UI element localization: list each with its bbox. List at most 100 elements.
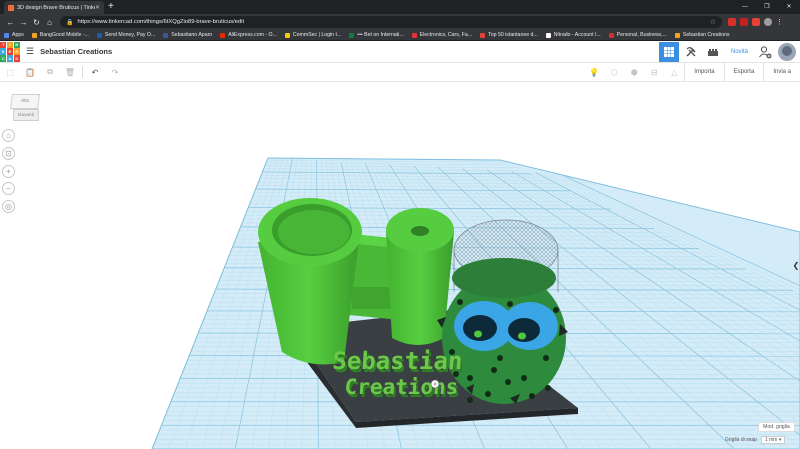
- bookmark-item[interactable]: Nitrado - Account I...: [545, 32, 601, 38]
- bookmark-label: Sebastian Creations: [682, 32, 730, 38]
- forward-button[interactable]: →: [17, 18, 30, 27]
- url-text: https://www.tinkercad.com/things/6tXQgZi…: [77, 19, 245, 25]
- logo-letter: K: [0, 48, 7, 55]
- workplane-area[interactable]: Sebastian Sebastian Creations Creations …: [0, 82, 800, 449]
- add-user-icon[interactable]: [758, 45, 772, 59]
- bookmarks-bar: Apps BangGood Mobile -... Send Money, Pay …: [0, 30, 800, 41]
- fit-view-button[interactable]: ⊡: [2, 147, 15, 160]
- address-bar[interactable]: 🔒 https://www.tinkercad.com/things/6tXQg…: [60, 16, 722, 28]
- paste-icon[interactable]: 📋: [20, 63, 40, 82]
- extensions-area: ⋮: [728, 18, 783, 26]
- view-cube[interactable]: Alto Davanti: [9, 94, 41, 124]
- extension-icon[interactable]: [740, 18, 748, 26]
- bookmark-favicon-icon: [349, 32, 355, 38]
- extension-icon[interactable]: [752, 18, 760, 26]
- codeblocks-button[interactable]: [681, 42, 701, 62]
- browser-menu-icon[interactable]: ⋮: [776, 18, 783, 26]
- bookmark-item[interactable]: Electronics, Cars, Fa...: [411, 32, 472, 38]
- user-avatar[interactable]: [778, 43, 796, 61]
- bookmark-label: AliExpress.com - O...: [228, 32, 277, 38]
- maximize-button[interactable]: ❐: [756, 0, 778, 14]
- importa-button[interactable]: Importa: [684, 63, 723, 82]
- zoom-in-button[interactable]: +: [2, 165, 15, 178]
- snap-grid-control: Griglia di snap 1 mm ▾: [725, 436, 786, 444]
- logo-letter: R: [13, 48, 20, 55]
- bookmark-favicon-icon: [220, 32, 226, 38]
- ungroup-icon[interactable]: ⬢: [624, 63, 644, 82]
- close-window-button[interactable]: ✕: [778, 0, 800, 14]
- 3d-scene[interactable]: Sebastian Sebastian Creations Creations: [0, 82, 800, 449]
- group-icon[interactable]: ⬡: [604, 63, 624, 82]
- home-button[interactable]: ⌂: [43, 18, 56, 27]
- bookmark-item[interactable]: Apps: [4, 32, 24, 38]
- bookmark-item[interactable]: Sebastian Creations: [674, 32, 730, 38]
- ball-spot: [491, 367, 497, 373]
- bookmark-label: CommSec | Login t...: [292, 32, 342, 38]
- bookmark-favicon-icon: [480, 32, 486, 38]
- panel-collapse-icon[interactable]: ❮: [792, 258, 800, 274]
- perspective-button[interactable]: ◎: [2, 200, 15, 213]
- bookmark-item[interactable]: Sebastiano Aparo: [163, 32, 212, 38]
- mirror-icon[interactable]: △: [664, 63, 684, 82]
- view-cube-front[interactable]: Davanti: [13, 109, 39, 121]
- align-icon[interactable]: ⊟: [644, 63, 664, 82]
- invia-a-button[interactable]: Invia a: [763, 63, 800, 82]
- bookmark-item[interactable]: BangGood Mobile -...: [31, 32, 89, 38]
- tab-close-icon[interactable]: ✕: [95, 4, 100, 11]
- ball-spot: [467, 397, 473, 403]
- bookmark-item[interactable]: ••• Bet on Internati...: [349, 32, 404, 38]
- logo-letter: D: [13, 55, 20, 62]
- zoom-out-button[interactable]: −: [2, 182, 15, 195]
- toolbar-right: 💡 ⬡ ⬢ ⊟ △ Importa Esporta Invia a: [584, 63, 800, 82]
- edit-grid-button[interactable]: Mod. griglia: [758, 422, 795, 432]
- bricks-view-button[interactable]: [703, 42, 723, 62]
- minimize-button[interactable]: —: [734, 0, 756, 14]
- 3d-view-button[interactable]: [658, 42, 679, 62]
- esporta-button[interactable]: Esporta: [723, 63, 764, 82]
- bookmark-favicon-icon: [674, 32, 680, 38]
- edit-toolbar: ⬚ 📋 ⧉ 🗑 ↶ ↷ 💡 ⬡ ⬢ ⊟ △ Importa Esporta In…: [0, 63, 800, 82]
- bookmark-label: Top 50 istantanee d...: [488, 32, 538, 38]
- logo-letter: N: [13, 41, 20, 48]
- ball-spot: [543, 355, 549, 361]
- 3d-text-shape[interactable]: Sebastian Sebastian Creations Creations: [332, 347, 466, 402]
- project-title[interactable]: Sebastian Creations: [40, 47, 112, 56]
- bookmark-item[interactable]: Personal, Business,...: [608, 32, 667, 38]
- ball-spot: [507, 301, 513, 307]
- back-button[interactable]: ←: [4, 18, 17, 27]
- reload-button[interactable]: ↻: [30, 18, 43, 27]
- duplicate-icon[interactable]: ⧉: [40, 63, 60, 82]
- 3d-text-line1: Sebastian: [332, 347, 464, 375]
- bricks-icon: [707, 49, 718, 56]
- bookmark-item[interactable]: CommSec | Login t...: [284, 32, 342, 38]
- delete-icon[interactable]: 🗑: [60, 63, 80, 82]
- bookmark-item[interactable]: Top 50 istantanee d...: [480, 32, 538, 38]
- bookmark-favicon-icon: [31, 32, 37, 38]
- design-menu-icon[interactable]: ☰: [26, 46, 34, 57]
- view-cube-top[interactable]: Alto: [9, 94, 41, 109]
- bookmark-star-icon[interactable]: ☆: [710, 18, 716, 26]
- bookmark-label: BangGood Mobile -...: [39, 32, 89, 38]
- browser-tab[interactable]: 3D design Brave Bruticus | Tinke ✕: [4, 1, 104, 14]
- tinkercad-logo[interactable]: T I N K E R C A D: [0, 41, 20, 62]
- redo-icon[interactable]: ↷: [105, 63, 125, 82]
- new-tab-button[interactable]: +: [108, 1, 114, 13]
- snap-grid-select[interactable]: 1 mm ▾: [760, 436, 786, 444]
- logo-letter: T: [0, 41, 7, 48]
- extension-icon[interactable]: [728, 18, 736, 26]
- profile-avatar-icon[interactable]: [764, 18, 772, 26]
- bookmark-item[interactable]: Send Money, Pay O...: [96, 32, 155, 38]
- undo-icon[interactable]: ↶: [85, 63, 105, 82]
- bookmark-favicon-icon: [163, 32, 169, 38]
- bookmark-favicon-icon: [608, 32, 614, 38]
- novita-link[interactable]: Novità: [731, 49, 748, 55]
- logo-letter: A: [6, 55, 14, 62]
- new-shape-icon[interactable]: ⬚: [0, 63, 20, 82]
- ball-spot: [505, 379, 511, 385]
- lock-icon: 🔒: [66, 19, 74, 26]
- bookmark-label: ••• Bet on Internati...: [357, 32, 404, 38]
- lightbulb-icon[interactable]: 💡: [584, 63, 604, 82]
- home-view-button[interactable]: ⌂: [2, 129, 15, 142]
- bookmark-item[interactable]: AliExpress.com - O...: [220, 32, 277, 38]
- ball-spot: [497, 355, 503, 361]
